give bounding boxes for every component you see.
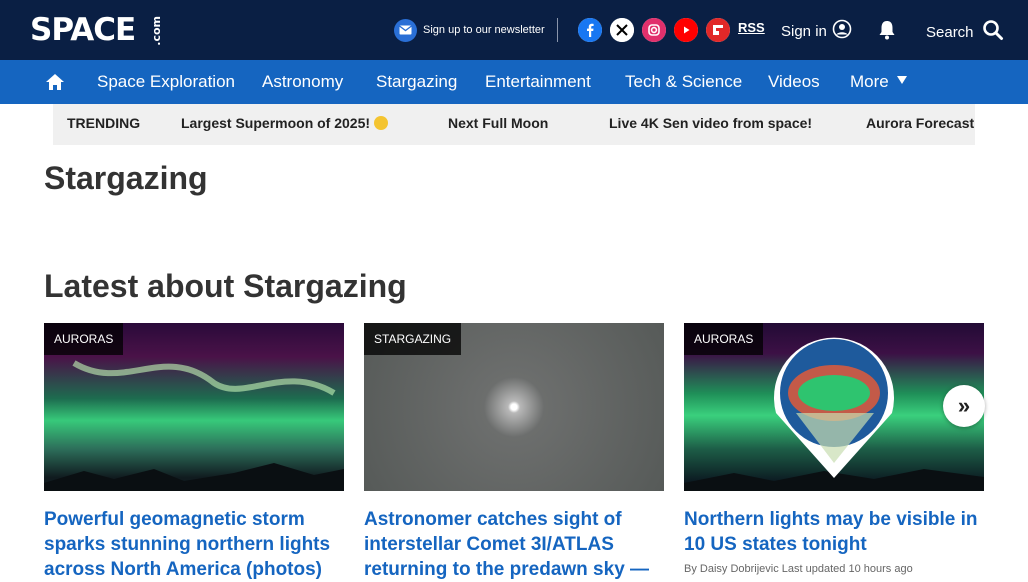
mail-icon xyxy=(394,18,417,42)
category-tag[interactable]: STARGAZING xyxy=(364,323,462,355)
trending-item-label: Largest Supermoon of 2025! xyxy=(181,115,371,131)
trending-item[interactable]: Live 4K Sen video from space! xyxy=(609,115,812,131)
header-divider xyxy=(557,18,558,42)
logo-suffix: .com xyxy=(150,16,163,46)
search-icon xyxy=(982,19,1004,45)
category-tag[interactable]: AURORAS xyxy=(44,323,124,355)
site-logo[interactable]: SPACE .com xyxy=(30,12,163,48)
article-card[interactable]: STARGAZING Astronomer catches sight of i… xyxy=(364,323,664,582)
article-byline: By Daisy Dobrijevic Last updated 10 hour… xyxy=(684,563,913,575)
nav-item-astronomy[interactable]: Astronomy xyxy=(262,72,343,92)
nav-more-label: More xyxy=(850,72,889,91)
article-card[interactable]: AURORAS Northern lights may be visible i… xyxy=(684,323,984,575)
logo-text: SPACE xyxy=(30,12,136,48)
category-tag[interactable]: AURORAS xyxy=(684,323,764,355)
nav-item-more[interactable]: More xyxy=(850,72,907,92)
flipboard-icon[interactable] xyxy=(706,18,730,42)
home-icon[interactable] xyxy=(44,72,66,97)
search-label: Search xyxy=(926,23,974,41)
article-headline[interactable]: Northern lights may be visible in 10 US … xyxy=(684,507,984,557)
notifications-bell-icon[interactable] xyxy=(877,19,897,46)
trending-label: TRENDING xyxy=(67,115,141,131)
search-button[interactable]: Search xyxy=(926,19,1004,45)
nav-item-stargazing[interactable]: Stargazing xyxy=(376,72,457,92)
trending-item[interactable]: Aurora Forecast xyxy=(866,115,974,131)
nav-item-tech-science[interactable]: Tech & Science xyxy=(625,72,742,92)
newsletter-label: Sign up to our newsletter xyxy=(423,24,545,36)
x-twitter-icon[interactable] xyxy=(610,18,634,42)
article-image-aurora[interactable]: AURORAS xyxy=(44,323,344,491)
nav-item-videos[interactable]: Videos xyxy=(768,72,820,92)
main-navigation: Space Exploration Astronomy Stargazing E… xyxy=(0,60,1028,104)
user-icon xyxy=(832,19,852,43)
facebook-icon[interactable] xyxy=(578,18,602,42)
youtube-icon[interactable] xyxy=(674,18,698,42)
chevron-down-icon xyxy=(896,76,907,84)
moon-icon xyxy=(374,116,389,130)
section-title: Latest about Stargazing xyxy=(44,268,407,304)
newsletter-link[interactable]: Sign up to our newsletter xyxy=(394,18,545,42)
article-image-comet[interactable]: STARGAZING xyxy=(364,323,664,491)
instagram-icon[interactable] xyxy=(642,18,666,42)
chevron-right-icon: » xyxy=(957,393,971,418)
signin-label: Sign in xyxy=(781,22,827,40)
page-title: Stargazing xyxy=(44,160,208,196)
nav-item-entertainment[interactable]: Entertainment xyxy=(485,72,591,92)
signin-button[interactable]: Sign in xyxy=(781,19,852,43)
trending-bar: TRENDING Largest Supermoon of 2025! Next… xyxy=(53,104,975,145)
article-headline[interactable]: Powerful geomagnetic storm sparks stunni… xyxy=(44,507,344,582)
article-headline[interactable]: Astronomer catches sight of interstellar… xyxy=(364,507,664,582)
article-image-aurora-map[interactable]: AURORAS xyxy=(684,323,984,491)
trending-item[interactable]: Largest Supermoon of 2025! xyxy=(181,115,389,131)
rss-link[interactable]: RSS xyxy=(738,20,765,35)
nav-item-space-exploration[interactable]: Space Exploration xyxy=(97,72,235,92)
top-header: SPACE .com Sign up to our newsletter RSS… xyxy=(0,0,1028,60)
carousel-next-button[interactable]: » xyxy=(943,385,985,427)
article-card[interactable]: AURORAS Powerful geomagnetic storm spark… xyxy=(44,323,344,582)
trending-item[interactable]: Next Full Moon xyxy=(448,115,548,131)
